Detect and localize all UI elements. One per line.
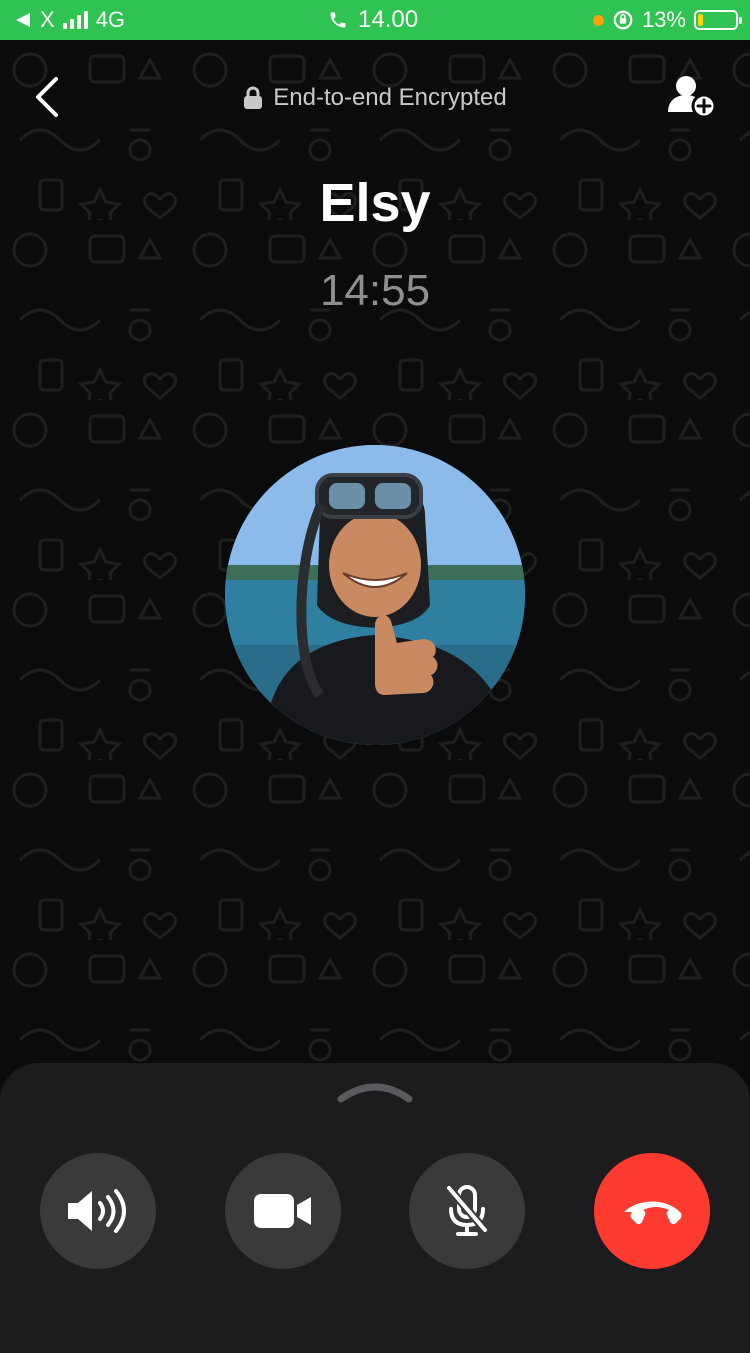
microphone-muted-icon bbox=[445, 1184, 489, 1236]
end-call-button[interactable] bbox=[594, 1153, 710, 1269]
encryption-notice[interactable]: End-to-end Encrypted bbox=[0, 80, 750, 116]
add-participant-button[interactable] bbox=[666, 72, 720, 122]
video-camera-icon bbox=[254, 1194, 311, 1228]
battery-percent: 13% bbox=[641, 7, 686, 32]
phone-hangup-icon bbox=[624, 1201, 682, 1224]
status-right: 13% bbox=[592, 0, 742, 40]
back-to-app-icon bbox=[16, 13, 30, 27]
status-left: X 4G bbox=[14, 0, 125, 40]
contact-name: Elsy bbox=[319, 173, 431, 233]
status-time: 14.00 bbox=[358, 6, 419, 33]
lock-icon bbox=[244, 86, 263, 109]
mute-button[interactable] bbox=[409, 1153, 525, 1269]
encryption-label: End-to-end Encrypted bbox=[273, 84, 507, 111]
expand-handle-icon[interactable] bbox=[335, 1081, 415, 1103]
contact-avatar bbox=[225, 445, 525, 745]
add-person-icon bbox=[668, 76, 717, 119]
battery-icon bbox=[694, 10, 742, 30]
rotation-lock-icon bbox=[613, 10, 633, 30]
mic-in-use-dot bbox=[592, 14, 604, 26]
call-controls-sheet[interactable] bbox=[0, 1063, 750, 1353]
carrier-label: X bbox=[40, 7, 55, 32]
speaker-button[interactable] bbox=[40, 1153, 156, 1269]
network-label: 4G bbox=[95, 7, 126, 32]
video-button[interactable] bbox=[225, 1153, 341, 1269]
phone-icon bbox=[330, 12, 346, 28]
signal-icon bbox=[62, 11, 88, 29]
status-call-time[interactable]: 14.00 bbox=[328, 0, 418, 40]
call-duration: 14:55 bbox=[319, 266, 431, 315]
speaker-icon bbox=[68, 1189, 126, 1233]
status-bar: X 4G 14.00 13% bbox=[0, 0, 750, 40]
